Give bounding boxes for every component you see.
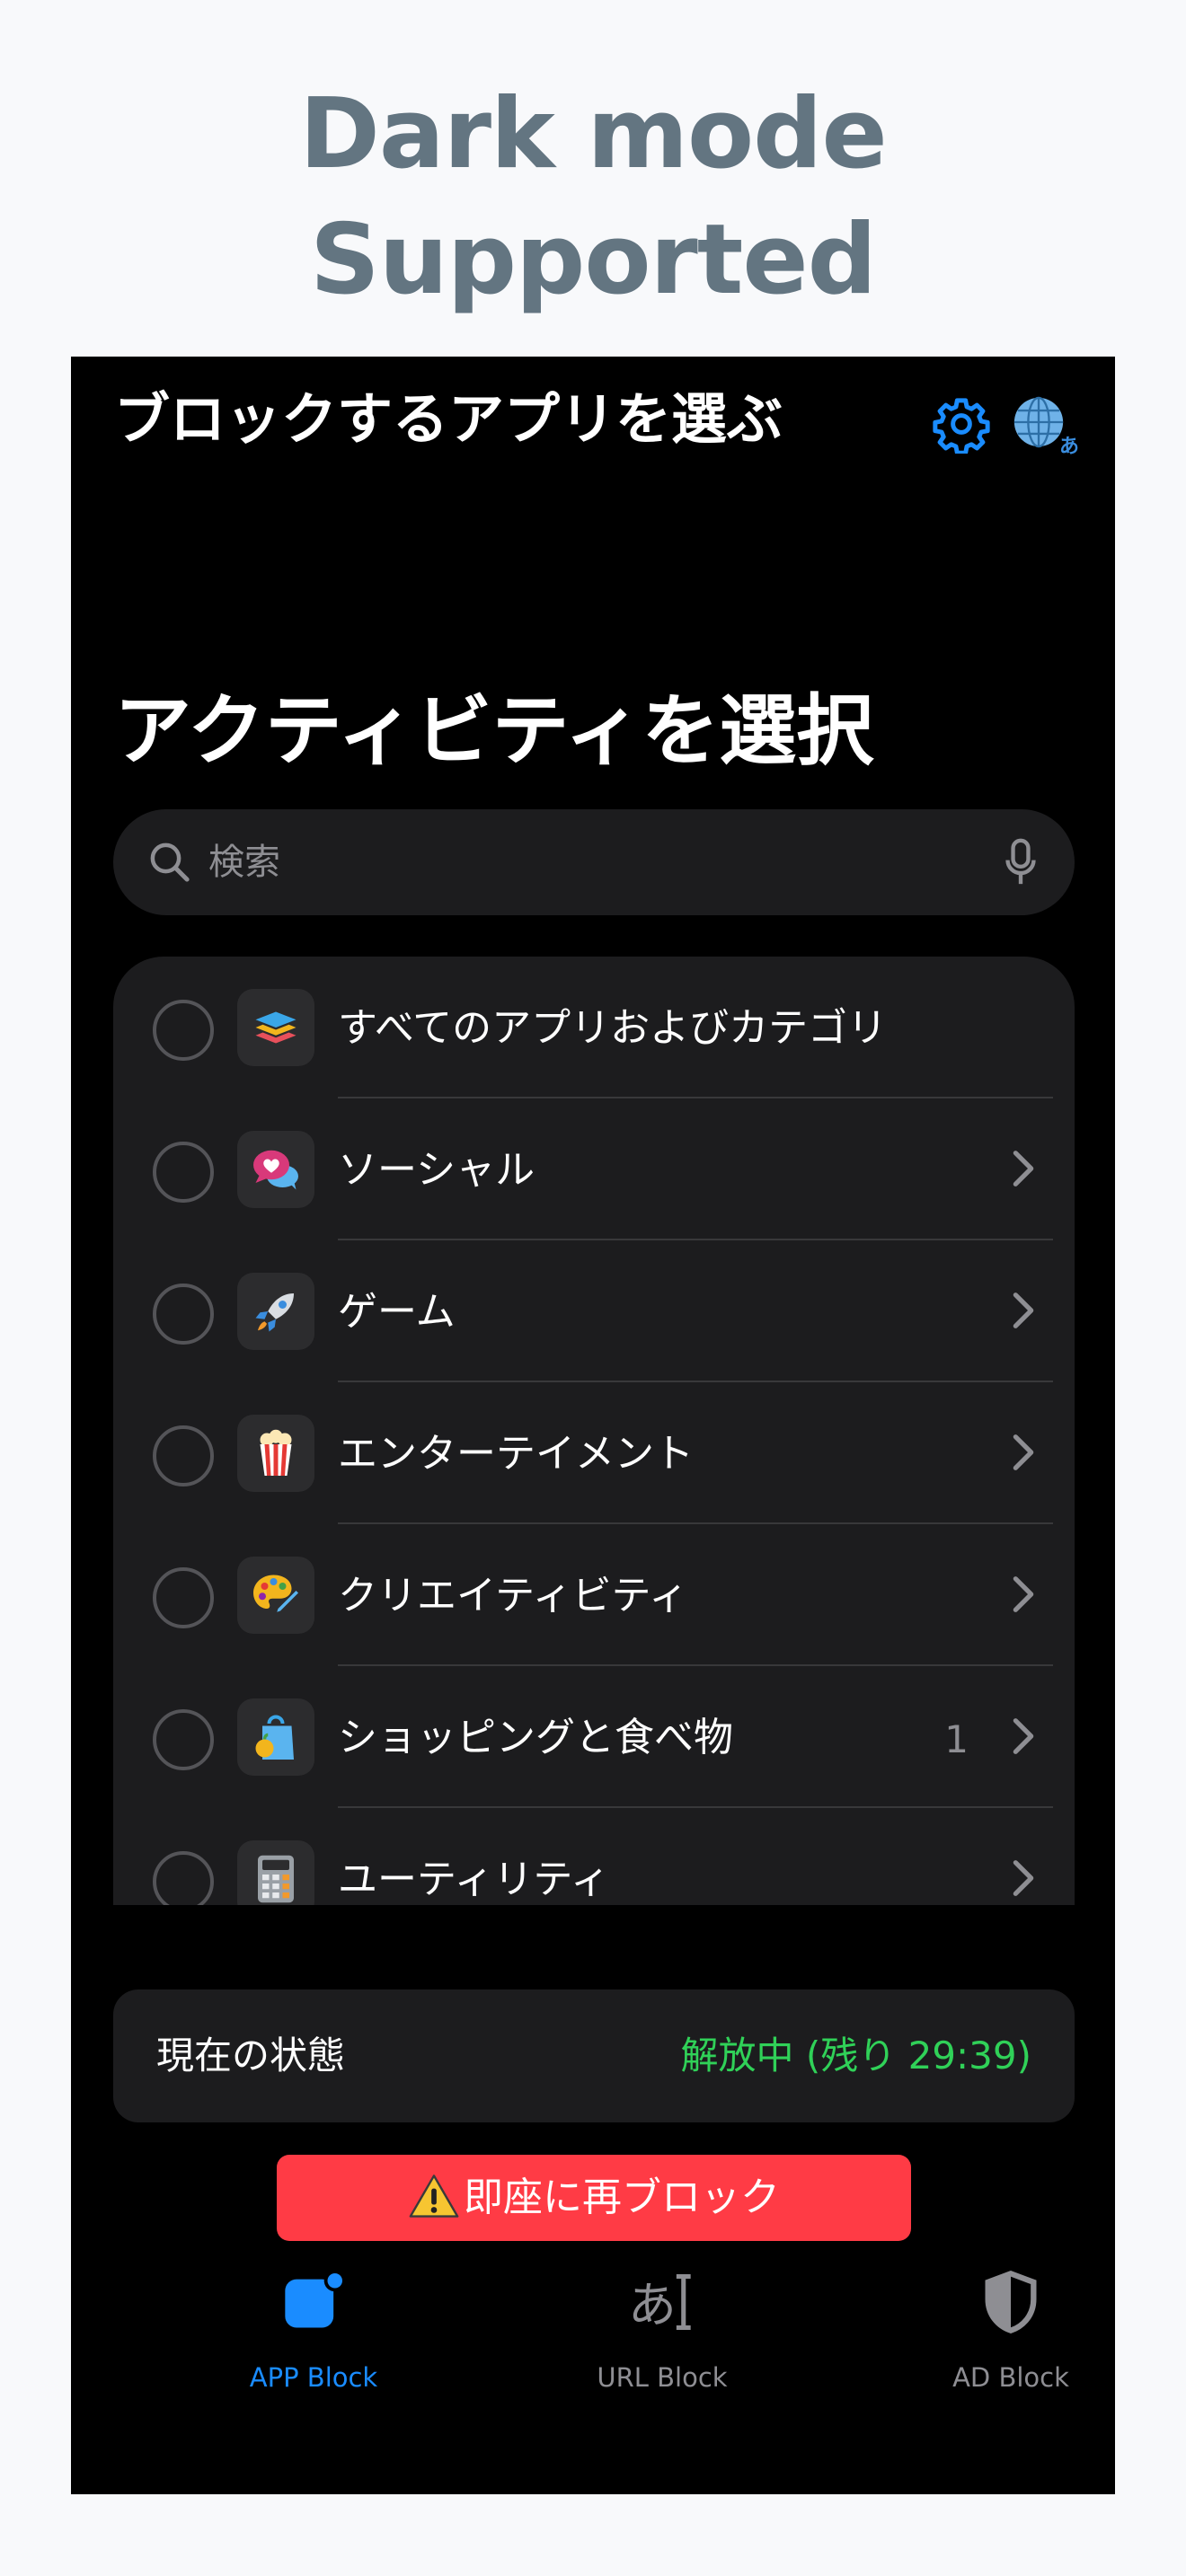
chevron-right-icon — [1013, 1434, 1034, 1470]
microphone-icon[interactable] — [1003, 836, 1039, 888]
tab-url-block[interactable]: あ URL Block — [527, 2268, 797, 2412]
list-item-label: エンターテイメント — [338, 1431, 694, 1477]
radio-button[interactable] — [153, 1709, 214, 1770]
radio-button[interactable] — [153, 1425, 214, 1486]
search-icon — [150, 842, 190, 882]
search-placeholder: 検索 — [208, 842, 280, 883]
radio-button[interactable] — [153, 1567, 214, 1628]
rocket-icon — [237, 1273, 314, 1350]
popcorn-icon — [237, 1415, 314, 1492]
status-card: 現在の状態 解放中 (残り 29:39) — [113, 1989, 1075, 2122]
shopping-bag-icon — [237, 1698, 314, 1776]
radio-button[interactable] — [153, 1000, 214, 1061]
list-item-label: ユーティリティ — [338, 1857, 610, 1902]
settings-gear-icon[interactable] — [932, 394, 991, 455]
status-value: 解放中 (残り 29:39) — [680, 2033, 1031, 2078]
list-item-label: クリエイティビティ — [338, 1573, 688, 1619]
globe-language-badge: あ — [1058, 436, 1079, 458]
chevron-right-icon — [1013, 1151, 1034, 1187]
promo-line-1: Dark mode — [299, 78, 888, 190]
reblock-button-label: 即座に再ブロック — [464, 2175, 780, 2219]
app-square-icon — [285, 2270, 346, 2328]
selected-count-badge: 1 — [944, 1717, 969, 1761]
tab-app-block[interactable]: APP Block — [179, 2268, 448, 2412]
page-title: ブロックするアプリを選ぶ — [114, 386, 783, 452]
tab-bar: APP Block あ URL Block AD Block — [71, 2268, 1115, 2412]
chevron-right-icon — [1013, 1576, 1034, 1612]
shield-icon — [985, 2270, 1037, 2334]
list-item[interactable]: クリエイティビティ — [113, 1524, 1075, 1666]
warning-icon — [409, 2175, 459, 2219]
radio-button[interactable] — [153, 1142, 214, 1203]
promo-heading: Dark mode Supported — [0, 72, 1186, 323]
palette-icon — [237, 1557, 314, 1634]
chevron-right-icon — [1013, 1292, 1034, 1328]
calculator-icon — [237, 1840, 314, 1905]
text-cursor-icon: あ — [628, 2273, 691, 2333]
radio-button[interactable] — [153, 1851, 214, 1905]
list-item-label: すべてのアプリおよびカテゴリ — [338, 1005, 888, 1051]
category-list: すべてのアプリおよびカテゴリ ソーシャル ゲーム エンターテイメント クリエイテ… — [113, 957, 1075, 1905]
speech-bubbles-icon — [237, 1131, 314, 1208]
tab-label: URL Block — [597, 2362, 728, 2393]
list-item[interactable]: ソーシャル — [113, 1098, 1075, 1240]
app-screen: ブロックするアプリを選ぶ あ アクティビティを選択 検索 すべてのアプリおよびカ… — [71, 357, 1115, 2494]
list-item[interactable]: エンターテイメント — [113, 1382, 1075, 1524]
tab-label: AD Block — [952, 2362, 1069, 2393]
list-item-label: ゲーム — [338, 1289, 456, 1335]
list-item[interactable]: ユーティリティ — [113, 1808, 1075, 1905]
language-globe-icon[interactable]: あ — [1011, 394, 1079, 458]
chevron-right-icon — [1013, 1860, 1034, 1896]
section-title: アクティビティを選択 — [114, 686, 874, 776]
list-item-label: ソーシャル — [338, 1147, 535, 1193]
tab-glyph: あ — [628, 2277, 677, 2333]
list-item[interactable]: ゲーム — [113, 1240, 1075, 1382]
list-item[interactable]: すべてのアプリおよびカテゴリ — [113, 957, 1075, 1098]
search-field[interactable]: 検索 — [113, 809, 1075, 915]
status-label: 現在の状態 — [156, 2033, 346, 2078]
tab-ad-block[interactable]: AD Block — [876, 2268, 1115, 2412]
tab-label: APP Block — [249, 2362, 378, 2393]
chevron-right-icon — [1013, 1718, 1034, 1754]
list-item-label: ショッピングと食べ物 — [338, 1715, 733, 1760]
stack-icon — [237, 989, 314, 1066]
list-item[interactable]: ショッピングと食べ物 1 — [113, 1666, 1075, 1808]
radio-button[interactable] — [153, 1284, 214, 1345]
promo-line-2: Supported — [310, 204, 877, 316]
reblock-now-button[interactable]: 即座に再ブロック — [277, 2155, 911, 2241]
